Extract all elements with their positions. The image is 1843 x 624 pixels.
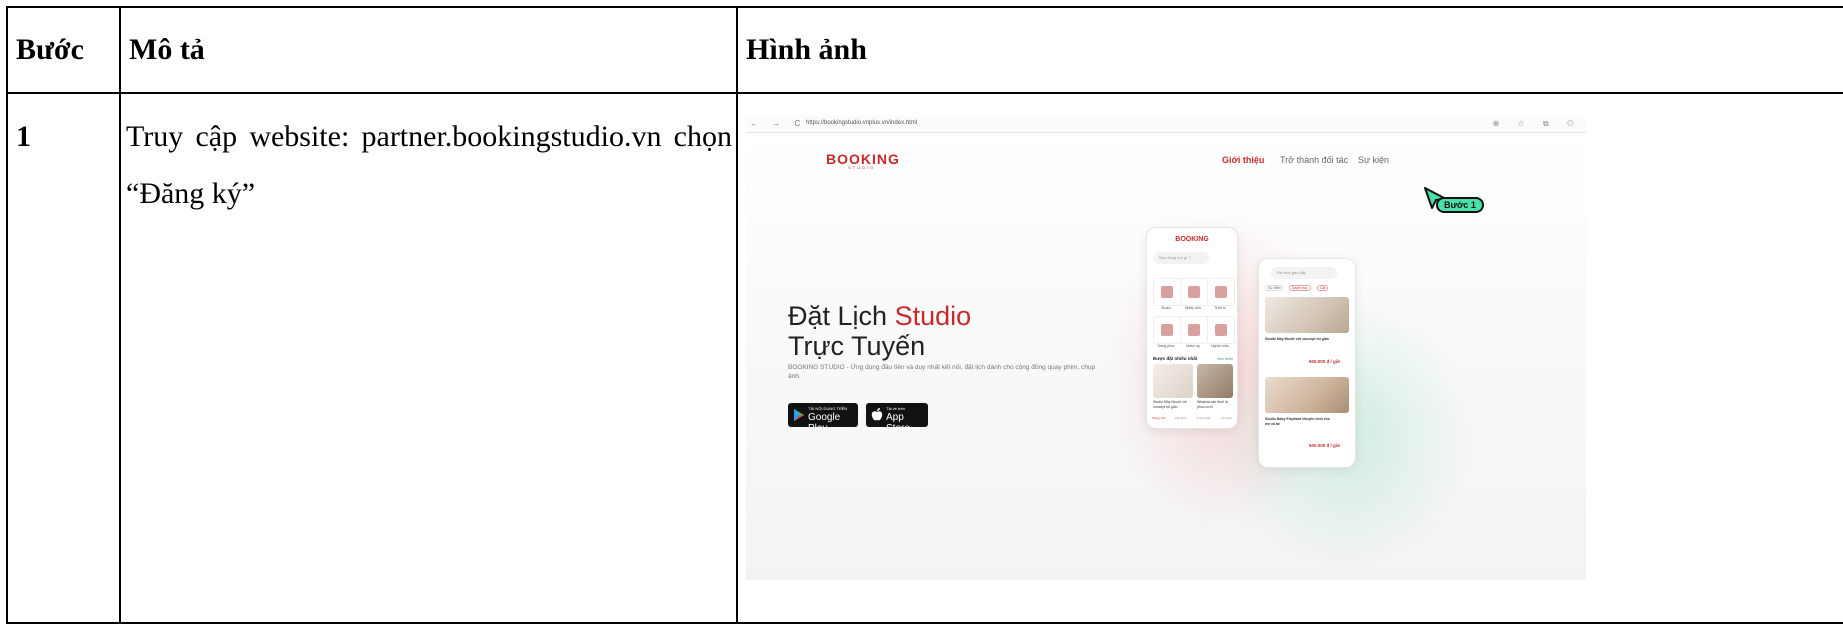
category-tile — [1153, 278, 1181, 306]
category-label: Make up — [1186, 344, 1200, 348]
header-image: Hình ảnh — [736, 6, 1843, 94]
step-screenshot-cell: ← → C https://bookingstudio.vnplus.vn/in… — [736, 92, 1843, 624]
browser-url: https://bookingstudio.vnplus.vn/index.ht… — [806, 120, 918, 126]
category-tile — [1207, 278, 1235, 306]
browser-tool-icons: ⊕ ☆ ⧉ ⚇ — [1492, 119, 1582, 128]
listing-price: 600.000 đ / giờ — [1309, 359, 1341, 364]
nav-events: Sự kiện — [1358, 155, 1390, 165]
nav-become-partner: Trở thành đối tác — [1280, 155, 1349, 165]
hero-title-line2: Trực Tuyến — [788, 331, 926, 361]
card-title: Wisteria căn thuê là phục cưới — [1197, 400, 1228, 409]
card-image — [1197, 364, 1233, 398]
header-step: Bước — [6, 6, 121, 94]
phone1-tabbar: Trang chủ Đã thích Thông báo Cá nhân — [1147, 416, 1237, 420]
phone2-search: Đã xem gần đây — [1271, 267, 1337, 279]
apple-icon — [871, 408, 883, 421]
tabbar-item: Trang chủ — [1151, 416, 1166, 420]
listing-title: Studio Baby Elephant chuyên hình cho mẹ … — [1265, 417, 1330, 426]
instruction-table: Bước Mô tả Hình ảnh 1 Truy cập website: … — [6, 6, 1843, 624]
website-page: BOOKING STUDIO Giới thiệu Trở thành đối … — [746, 133, 1586, 580]
browser-toolbar: ← → C https://bookingstudio.vnplus.vn/in… — [746, 116, 1586, 133]
card-image — [1153, 364, 1193, 398]
listing-image — [1265, 377, 1349, 413]
step-description: Truy cập website: partner.bookingstudio.… — [119, 92, 738, 624]
category-tile — [1180, 278, 1208, 306]
table-header-row: Bước Mô tả Hình ảnh — [6, 6, 1843, 94]
filter-chip: Danh mục — [1289, 285, 1311, 291]
listing-title: Studio Mây Moulé với concept tối giản — [1265, 337, 1329, 341]
category-label: Thiết bị — [1214, 306, 1226, 310]
embedded-screenshot: ← → C https://bookingstudio.vnplus.vn/in… — [746, 116, 1586, 580]
google-play-badge: TẢI NỘI DUNG TRÊN Google Play — [788, 403, 858, 434]
category-label: Studio — [1161, 306, 1171, 310]
step-number: 1 — [6, 92, 121, 624]
phone1-see-more: Xem thêm — [1217, 357, 1233, 361]
card-title: Studio Mây Moulé với concept tối giản — [1153, 400, 1187, 409]
tabbar-item: Đã thích — [1175, 416, 1187, 420]
phone1-logo: BOOKING — [1175, 236, 1209, 243]
site-logo: BOOKING STUDIO — [826, 151, 900, 170]
category-label: Nhiếp ảnh — [1185, 306, 1201, 310]
listing-image — [1265, 297, 1349, 333]
filter-chip: Sự điểm — [1265, 285, 1285, 291]
category-tile — [1153, 316, 1181, 344]
phone1-search: Bạn đang tìm gì ? — [1153, 252, 1209, 264]
hero-title-highlight: Studio — [894, 301, 972, 331]
category-label: Người mẫu — [1211, 344, 1229, 348]
filter-chip: Giá — [1317, 285, 1329, 291]
category-label: Trang phục — [1157, 344, 1175, 348]
phone-mockup-listing: Đã xem gần đây Sự điểm Danh mục Giá Stud… — [1258, 258, 1356, 468]
app-store-label: App Store — [886, 412, 910, 434]
google-play-label: Google Play — [808, 412, 841, 434]
step-badge: Bước 1 — [1436, 197, 1484, 213]
phone1-section-title: Được đặt nhiều nhất — [1153, 356, 1198, 361]
nav-intro: Giới thiệu — [1222, 155, 1265, 165]
listing-price: 500.000 đ / giờ — [1309, 443, 1341, 448]
phone-mockup-home: BOOKING Bạn đang tìm gì ? Studio Nhiếp ả… — [1146, 227, 1238, 429]
tabbar-item: Cá nhân — [1220, 416, 1233, 420]
hero-description: BOOKING STUDIO - Ứng dụng đầu tiên và du… — [788, 364, 1096, 380]
header-description: Mô tả — [119, 6, 738, 94]
app-store-badge: Tải về trên App Store — [866, 403, 928, 434]
app-store-small: Tải về trên — [886, 406, 905, 411]
category-tile — [1180, 316, 1208, 344]
browser-nav-icons: ← → C — [750, 119, 807, 128]
hero-title: Đặt Lịch Studio Trực Tuyến — [788, 301, 971, 361]
tabbar-item: Thông báo — [1196, 416, 1211, 420]
table-row: 1 Truy cập website: partner.bookingstudi… — [6, 92, 1843, 624]
category-tile — [1207, 316, 1235, 344]
google-play-icon — [794, 409, 804, 421]
hero-title-line1: Đặt Lịch — [788, 301, 888, 331]
google-play-small: TẢI NỘI DUNG TRÊN — [808, 406, 848, 411]
